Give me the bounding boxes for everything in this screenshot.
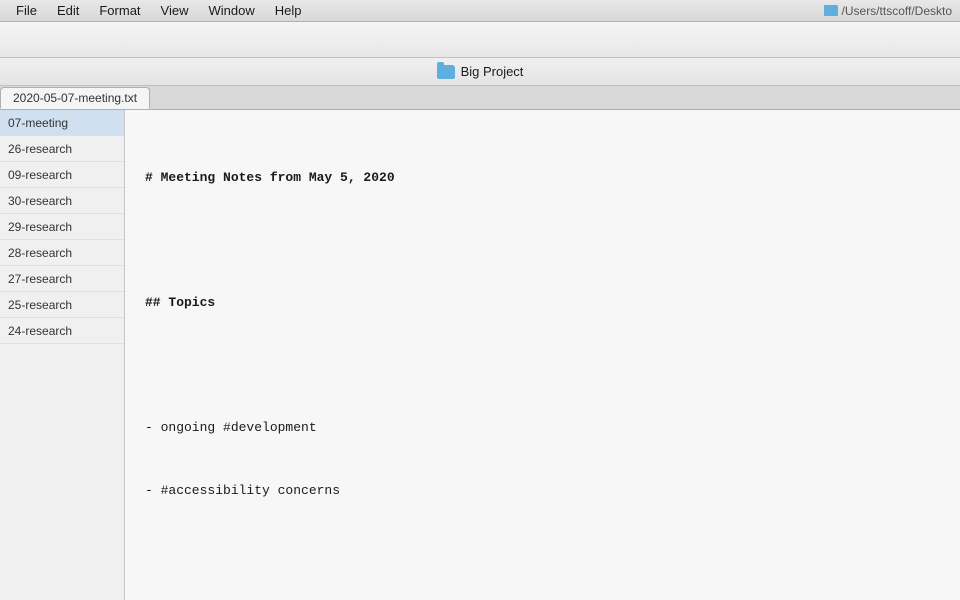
sidebar-item-6[interactable]: 27-research (0, 266, 124, 292)
line-blank-1 (145, 230, 940, 251)
line-ongoing: - ongoing #development (145, 418, 940, 439)
line-blank-3 (145, 543, 940, 564)
sidebar-item-2[interactable]: 09-research (0, 162, 124, 188)
toolbar (0, 22, 960, 58)
menu-view[interactable]: View (153, 1, 197, 20)
menu-bar: File Edit Format View Window Help /Users… (0, 0, 960, 22)
line-heading1: # Meeting Notes from May 5, 2020 (145, 168, 940, 189)
tab-bar: 2020-05-07-meeting.txt (0, 86, 960, 110)
menu-help[interactable]: Help (267, 1, 310, 20)
editor-content[interactable]: # Meeting Notes from May 5, 2020 ## Topi… (125, 110, 960, 600)
project-folder-icon (437, 65, 455, 79)
menu-file[interactable]: File (8, 1, 45, 20)
project-name: Big Project (461, 64, 524, 79)
sidebar-item-7[interactable]: 25-research (0, 292, 124, 318)
sidebar-item-3[interactable]: 30-research (0, 188, 124, 214)
path-text: /Users/ttscoff/Deskto (842, 4, 952, 18)
tab-meeting-file[interactable]: 2020-05-07-meeting.txt (0, 87, 150, 109)
line-blank-2 (145, 355, 940, 376)
menu-edit[interactable]: Edit (49, 1, 87, 20)
sidebar-item-1[interactable]: 26-research (0, 136, 124, 162)
folder-icon (824, 5, 838, 16)
sidebar-item-4[interactable]: 29-research (0, 214, 124, 240)
sidebar-item-8[interactable]: 24-research (0, 318, 124, 344)
line-accessibility: - #accessibility concerns (145, 481, 940, 502)
line-heading2-topics: ## Topics (145, 293, 940, 314)
main-area: 07-meeting 26-research 09-research 30-re… (0, 110, 960, 600)
sidebar-item-0[interactable]: 07-meeting (0, 110, 124, 136)
sidebar: 07-meeting 26-research 09-research 30-re… (0, 110, 125, 600)
menu-format[interactable]: Format (91, 1, 148, 20)
menu-window[interactable]: Window (200, 1, 262, 20)
sidebar-item-5[interactable]: 28-research (0, 240, 124, 266)
path-display: /Users/ttscoff/Deskto (824, 4, 952, 18)
editor[interactable]: # Meeting Notes from May 5, 2020 ## Topi… (125, 110, 960, 600)
project-bar: Big Project (0, 58, 960, 86)
